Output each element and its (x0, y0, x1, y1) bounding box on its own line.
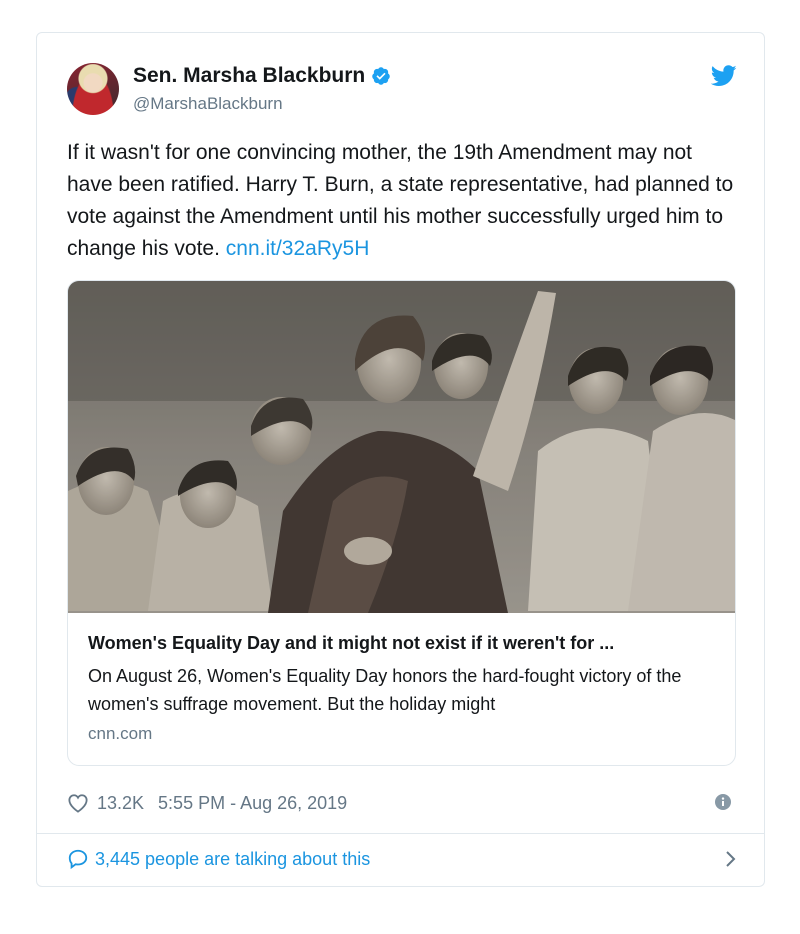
speech-bubble-icon (68, 849, 88, 870)
author-names: Sen. Marsha Blackburn @MarshaBlackburn (133, 64, 391, 114)
avatar[interactable] (67, 63, 119, 115)
suffrage-photo (68, 281, 735, 613)
link-preview-card[interactable]: Women's Equality Day and it might not ex… (67, 280, 736, 766)
verified-badge-icon (372, 67, 390, 85)
tweet-text: If it wasn't for one convincing mother, … (67, 137, 737, 265)
tweet-meta: 13.2K 5:55 PM - Aug 26, 2019 (67, 789, 737, 817)
tweet-body: If it wasn't for one convincing mother, … (67, 141, 734, 260)
author-display-name-text[interactable]: Sen. Marsha Blackburn (133, 64, 365, 88)
chevron-right-icon[interactable] (725, 850, 737, 868)
conversation-label[interactable]: 3,445 people are talking about this (95, 849, 370, 870)
card-body: Women's Equality Day and it might not ex… (88, 633, 718, 744)
author-display-name[interactable]: Sen. Marsha Blackburn (133, 64, 391, 88)
author-handle[interactable]: @MarshaBlackburn (133, 94, 391, 114)
heart-icon[interactable] (67, 793, 89, 813)
info-icon[interactable] (715, 794, 731, 810)
twitter-bird-icon[interactable] (711, 65, 737, 87)
divider (37, 833, 764, 834)
tweet-timestamp[interactable]: 5:55 PM - Aug 26, 2019 (158, 793, 347, 814)
tweet-link[interactable]: cnn.it/32aRy5H (226, 237, 370, 260)
card-title[interactable]: Women's Equality Day and it might not ex… (88, 633, 718, 654)
tweet-header: Sen. Marsha Blackburn @MarshaBlackburn (67, 61, 737, 119)
card-description: On August 26, Women's Equality Day honor… (88, 666, 682, 714)
conversation-link[interactable]: 3,445 people are talking about this (67, 845, 737, 873)
tweet-embed-card: Sen. Marsha Blackburn @MarshaBlackburn I… (36, 32, 765, 887)
card-domain: cnn.com (88, 724, 153, 743)
like-count[interactable]: 13.2K (97, 793, 144, 814)
